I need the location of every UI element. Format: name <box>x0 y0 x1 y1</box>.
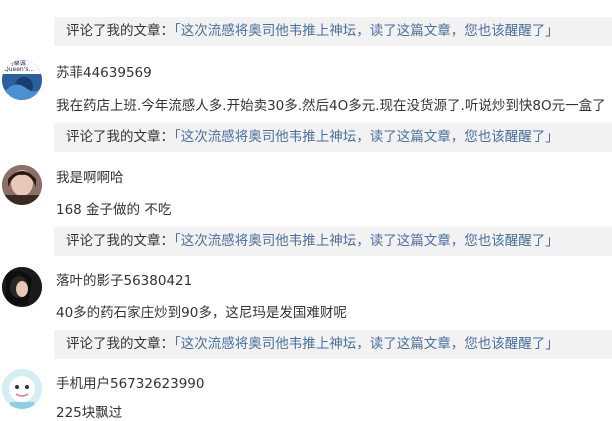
comment-text: 40多的药石家庄炒到90多，这尼玛是发国难财呢 <box>56 305 347 321</box>
article-reference: 评论了我的文章：「这次流感将奥司他韦推上神坛，读了这篇文章，您也该醒醒了」 <box>54 17 612 46</box>
avatar-text: e河桑诚 Queen's... <box>4 60 35 73</box>
article-link[interactable]: 「这次流感将奥司他韦推上神坛，读了这篇文章，您也该醒醒了」 <box>174 233 559 249</box>
avatar-image <box>2 369 42 409</box>
reference-label: 评论了我的文章： <box>66 129 174 145</box>
article-link[interactable]: 「这次流感将奥司他韦推上神坛，读了这篇文章，您也该醒醒了」 <box>174 336 559 352</box>
avatar[interactable] <box>2 369 42 409</box>
comment-text: 168 金子做的 不吃 <box>56 202 172 218</box>
username[interactable]: 苏菲44639569 <box>56 61 152 81</box>
article-reference: 评论了我的文章：「这次流感将奥司他韦推上神坛，读了这篇文章，您也该醒醒了」 <box>54 330 612 359</box>
article-reference: 评论了我的文章：「这次流感将奥司他韦推上神坛，读了这篇文章，您也该醒醒了」 <box>54 123 612 152</box>
username[interactable]: 手机用户56732623990 <box>56 372 204 392</box>
article-reference: 评论了我的文章：「这次流感将奥司他韦推上神坛，读了这篇文章，您也该醒醒了」 <box>54 227 612 256</box>
username[interactable]: 我是啊啊哈 <box>56 166 124 186</box>
avatar-image <box>2 267 42 307</box>
avatar-image <box>2 165 42 205</box>
avatar[interactable] <box>2 267 42 307</box>
article-link[interactable]: 「这次流感将奥司他韦推上神坛，读了这篇文章，您也该醒醒了」 <box>174 129 559 145</box>
username[interactable]: 落叶的影子56380421 <box>56 269 192 289</box>
avatar[interactable]: e河桑诚 Queen's... <box>2 60 42 100</box>
comment-text: 225块飘过 <box>56 405 123 421</box>
article-link[interactable]: 「这次流感将奥司他韦推上神坛，读了这篇文章，您也该醒醒了」 <box>174 23 559 39</box>
reference-label: 评论了我的文章： <box>66 336 174 352</box>
avatar[interactable] <box>2 165 42 205</box>
reference-label: 评论了我的文章： <box>66 233 174 249</box>
reference-label: 评论了我的文章： <box>66 23 174 39</box>
comment-text: 我在药店上班.今年流感人多.开始卖30多.然后4O多元.现在没货源了.听说炒到快… <box>56 98 606 114</box>
